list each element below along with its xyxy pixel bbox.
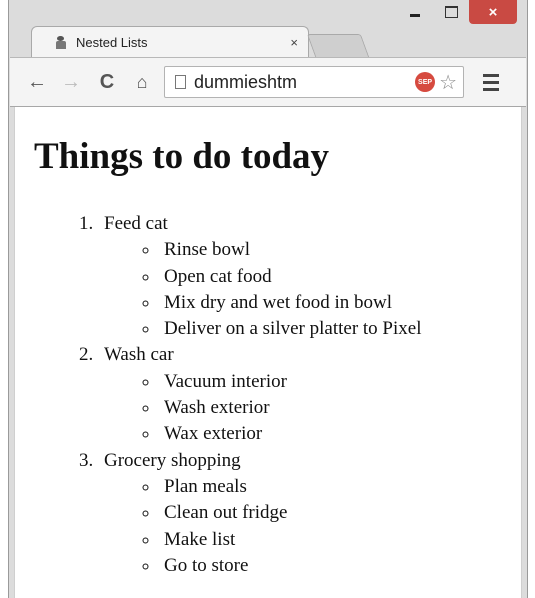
todo-list: Feed cat Rinse bowl Open cat food Mix dr… xyxy=(15,211,421,579)
minimize-button[interactable] xyxy=(397,0,433,24)
back-arrow-icon[interactable]: ← xyxy=(24,70,50,94)
sub-list-item: Go to store xyxy=(160,553,421,579)
sub-list-item: Deliver on a silver platter to Pixel xyxy=(160,316,421,342)
browser-toolbar: ← → C ⌂ dummieshtm SEP ☆ xyxy=(10,57,526,107)
page-heading: Things to do today xyxy=(34,136,330,177)
sub-list-item: Make list xyxy=(160,527,421,553)
list-item-label: Feed cat xyxy=(104,213,168,234)
forward-arrow-icon[interactable]: → xyxy=(58,70,84,94)
window-controls: × xyxy=(397,0,517,30)
page-favicon-icon xyxy=(54,35,68,50)
sub-list: Plan meals Clean out fridge Make list Go… xyxy=(104,474,421,579)
page-content: Things to do today Feed cat Rinse bowl O… xyxy=(14,107,522,598)
browser-window: × Nested Lists × ← → C ⌂ dummieshtm SEP … xyxy=(8,0,528,598)
list-item: Wash car Vacuum interior Wash exterior W… xyxy=(98,342,421,447)
sub-list-item: Wash exterior xyxy=(160,395,421,421)
sub-list-item: Vacuum interior xyxy=(160,369,421,395)
tab-title: Nested Lists xyxy=(76,35,148,50)
url-text[interactable]: dummieshtm xyxy=(194,72,415,93)
minimize-icon xyxy=(410,13,420,17)
list-item-label: Wash car xyxy=(104,344,174,366)
maximize-icon xyxy=(444,6,458,18)
close-window-button[interactable]: × xyxy=(469,0,517,24)
sub-list-item: Mix dry and wet food in bowl xyxy=(160,290,421,316)
reload-icon[interactable]: C xyxy=(94,70,120,94)
sub-list-item: Rinse bowl xyxy=(160,237,421,263)
list-item: Grocery shopping Plan meals Clean out fr… xyxy=(98,448,421,579)
sub-list-item: Plan meals xyxy=(160,474,421,500)
extension-badge-icon[interactable]: SEP xyxy=(415,72,436,92)
sub-list-item: Wax exterior xyxy=(160,421,421,447)
page-icon xyxy=(175,75,186,89)
tab-close-icon[interactable]: × xyxy=(290,35,298,50)
bookmark-star-icon[interactable]: ☆ xyxy=(439,70,457,95)
maximize-button[interactable] xyxy=(433,0,469,24)
home-icon[interactable]: ⌂ xyxy=(128,70,156,94)
sub-list: Vacuum interior Wash exterior Wax exteri… xyxy=(104,369,421,448)
tab-nested-lists[interactable]: Nested Lists × xyxy=(31,26,309,58)
new-tab-button[interactable] xyxy=(306,34,370,57)
list-item: Feed cat Rinse bowl Open cat food Mix dr… xyxy=(98,211,421,342)
menu-hamburger-icon[interactable] xyxy=(478,70,504,94)
sub-list: Rinse bowl Open cat food Mix dry and wet… xyxy=(104,237,421,342)
sub-list-item: Clean out fridge xyxy=(160,500,421,526)
sub-list-item: Open cat food xyxy=(160,264,421,290)
address-bar[interactable]: dummieshtm SEP ☆ xyxy=(164,66,464,98)
list-item-label: Grocery shopping xyxy=(104,449,241,471)
